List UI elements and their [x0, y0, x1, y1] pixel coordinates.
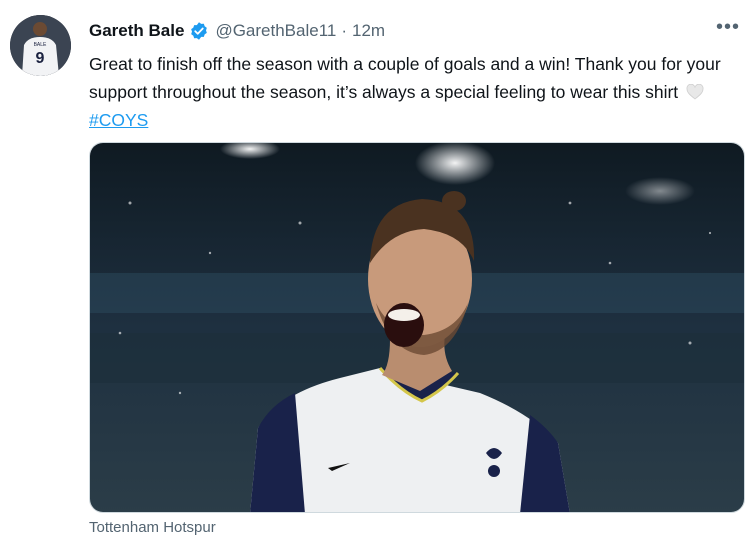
verified-badge-icon: [189, 21, 209, 41]
avatar-shirt-number: 9: [36, 50, 45, 67]
white-heart-emoji-icon: [686, 80, 704, 100]
avatar-shirt-name: BALE: [34, 42, 47, 48]
avatar[interactable]: BALE 9: [10, 15, 71, 76]
author-name[interactable]: Gareth Bale: [89, 21, 184, 41]
more-icon[interactable]: •••: [716, 16, 740, 39]
media-caption[interactable]: Tottenham Hotspur: [89, 519, 216, 536]
tweet-body-text: Great to finish off the season with a co…: [89, 54, 721, 102]
tweet-text: Great to finish off the season with a co…: [89, 50, 739, 134]
photo-illustration: [90, 143, 744, 512]
tweet-photo[interactable]: [89, 142, 745, 513]
tweet-header: Gareth Bale @GarethBale11 · 12m: [89, 19, 385, 43]
author-handle[interactable]: @GarethBale11: [215, 21, 336, 41]
hashtag-link[interactable]: #COYS: [89, 110, 148, 130]
avatar-image: BALE 9: [10, 15, 71, 76]
tweet-timestamp[interactable]: 12m: [352, 21, 385, 41]
separator-dot: ·: [341, 21, 348, 40]
